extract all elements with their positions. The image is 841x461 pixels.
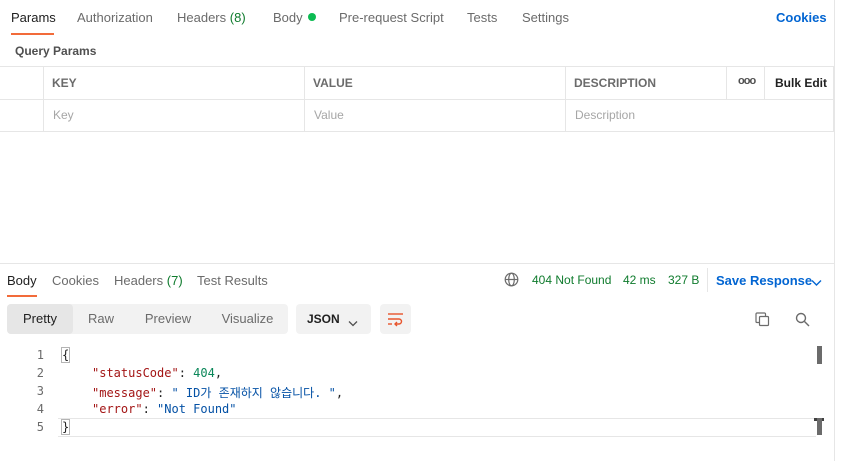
tab-label: Headers [177, 10, 227, 25]
tab-response-cookies[interactable]: Cookies [52, 273, 99, 288]
json-key: "message" [92, 386, 158, 400]
code-brace: { [60, 347, 71, 363]
line-number: 3 [36, 384, 44, 398]
tab-settings[interactable]: Settings [522, 10, 569, 25]
tab-label: Params [11, 10, 56, 25]
json-value: " ID가 존재하지 않습니다. " [171, 386, 336, 400]
tab-body[interactable]: Body [273, 10, 316, 25]
copy-icon[interactable] [755, 312, 770, 327]
view-mode-selector: Pretty Raw Preview Visualize [7, 304, 288, 334]
search-icon[interactable] [795, 312, 810, 327]
tab-authorization[interactable]: Authorization [77, 10, 153, 25]
tab-response-body[interactable]: Body [7, 273, 37, 288]
tab-pre-request-script[interactable]: Pre-request Script [339, 10, 444, 25]
query-params-title: Query Params [15, 44, 97, 58]
json-value: "Not Found" [157, 402, 237, 416]
table-border-bottom [0, 131, 834, 132]
line-number: 2 [36, 366, 44, 380]
table-border-top [0, 66, 834, 67]
key-input[interactable]: Key [53, 108, 74, 122]
tab-label: Pre-request Script [339, 10, 444, 25]
json-punct: , [335, 386, 344, 400]
current-line-highlight [58, 418, 816, 437]
value-input[interactable]: Value [314, 108, 344, 122]
code-brace: } [60, 419, 71, 435]
wrap-lines-button[interactable] [380, 304, 411, 334]
scrollbar-thumb[interactable] [817, 346, 822, 364]
column-header-description: DESCRIPTION [574, 76, 657, 90]
save-response-label: Save Response [716, 273, 813, 288]
status-code[interactable]: 404 Not Found [532, 273, 611, 287]
tab-response-headers[interactable]: Headers (7) [114, 273, 183, 288]
tab-label: Authorization [77, 10, 153, 25]
response-divider [0, 263, 834, 264]
panel-right-border [834, 0, 835, 461]
column-header-value: VALUE [313, 76, 353, 90]
tab-count: (8) [229, 10, 246, 25]
more-icon[interactable]: ooo [738, 75, 756, 87]
line-number: 1 [36, 348, 44, 362]
chevron-down-icon [348, 315, 358, 327]
json-punct: , [214, 366, 223, 380]
chevron-down-icon[interactable] [811, 275, 822, 286]
wrap-lines-icon [387, 311, 404, 327]
code-line: "message": " ID가 존재하지 않습니다. ", [92, 386, 344, 400]
tab-label: Body [273, 10, 303, 25]
active-tab-indicator [11, 33, 54, 35]
tab-label: Test Results [197, 273, 268, 288]
line-number: 4 [36, 402, 44, 416]
format-select[interactable]: JSON [296, 304, 371, 334]
column-divider [764, 66, 765, 99]
column-divider [726, 66, 727, 99]
table-row-divider [0, 99, 834, 100]
json-key: "statusCode" [92, 366, 179, 380]
column-header-key: KEY [52, 76, 77, 90]
cookies-link[interactable]: Cookies [776, 10, 827, 25]
column-divider [565, 66, 566, 132]
code-line: "error": "Not Found" [92, 402, 237, 416]
tab-label: Body [7, 273, 37, 288]
tab-params[interactable]: Params [11, 10, 56, 25]
description-input[interactable]: Description [575, 108, 635, 122]
response-time[interactable]: 42 ms [623, 273, 656, 287]
json-key: "error" [92, 402, 143, 416]
code-line: "statusCode": 404, [92, 366, 223, 380]
json-value: 404 [193, 366, 215, 380]
meta-divider [707, 268, 708, 292]
tab-count: (7) [166, 273, 183, 288]
tab-tests[interactable]: Tests [467, 10, 497, 25]
bulk-edit-button[interactable]: Bulk Edit [775, 76, 827, 90]
tab-label: Settings [522, 10, 569, 25]
view-mode-visualize[interactable]: Visualize [207, 304, 288, 334]
tab-headers[interactable]: Headers (8) [177, 10, 246, 25]
line-number: 5 [36, 420, 44, 434]
column-divider [43, 66, 44, 132]
body-indicator-dot [307, 13, 316, 21]
tab-test-results[interactable]: Test Results [197, 273, 268, 288]
view-mode-pretty[interactable]: Pretty [7, 304, 73, 334]
active-tab-indicator [7, 295, 37, 297]
tab-label: Headers [114, 273, 164, 288]
globe-icon[interactable] [504, 272, 519, 287]
format-value: JSON [307, 312, 340, 326]
response-size[interactable]: 327 B [668, 273, 699, 287]
save-response-button[interactable]: Save Response [716, 273, 812, 288]
tab-label: Cookies [52, 273, 99, 288]
scrollbar-cursor-marker [817, 418, 822, 435]
view-mode-raw[interactable]: Raw [73, 304, 129, 334]
tab-label: Tests [467, 10, 498, 25]
view-mode-preview[interactable]: Preview [129, 304, 207, 334]
column-divider [304, 66, 305, 132]
